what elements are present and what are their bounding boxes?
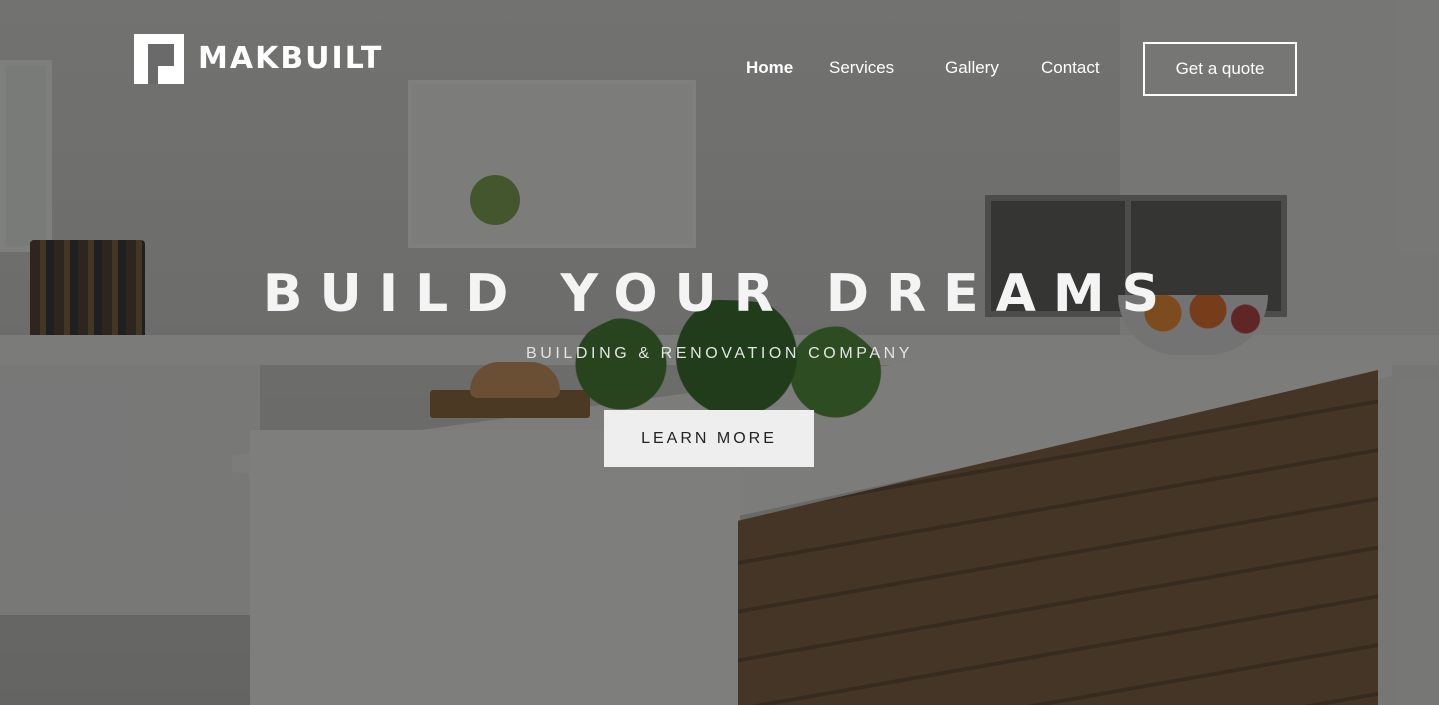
hero-section: MAKBUILT Home Services Gallery Contact G… [0,0,1439,705]
hero-title: BUILD YOUR DREAMS [262,264,1177,324]
nav-services[interactable]: Services [829,58,894,78]
logo-text: MAKBUILT [198,41,384,76]
site-logo[interactable]: MAKBUILT [134,34,383,84]
nav-contact[interactable]: Contact [1041,58,1100,78]
get-a-quote-button[interactable]: Get a quote [1143,42,1297,96]
hero-subtitle: BUILDING & RENOVATION COMPANY [525,345,914,362]
nav-gallery[interactable]: Gallery [945,58,999,78]
logo-mark-icon [134,34,184,84]
nav-home[interactable]: Home [746,58,793,78]
learn-more-button[interactable]: LEARN MORE [604,410,814,467]
